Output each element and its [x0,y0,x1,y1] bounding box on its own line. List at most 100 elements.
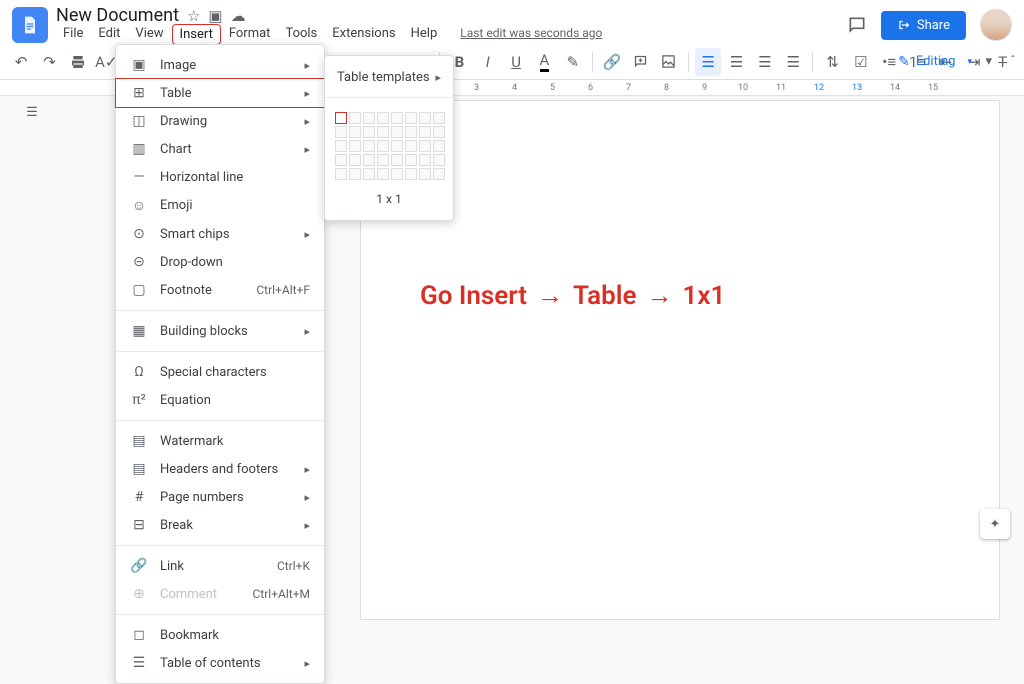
menu-tools[interactable]: Tools [278,24,324,45]
grid-cell[interactable] [349,140,361,152]
grid-cell[interactable] [419,140,431,152]
share-button[interactable]: Share [881,11,966,40]
grid-cell[interactable] [433,140,445,152]
table-grid-picker[interactable] [325,104,453,188]
menu-item-pagenumbers[interactable]: #Page numbers▸ [116,483,324,511]
toolbar-chevron-icon[interactable]: ▾ [985,54,992,69]
grid-cell[interactable] [349,168,361,180]
menu-item-headers[interactable]: ▤Headers and footers▸ [116,455,324,483]
menu-item-table-templates[interactable]: Table templates ▸ [325,64,453,91]
grid-cell[interactable] [433,112,445,124]
grid-cell[interactable] [363,140,375,152]
grid-cell[interactable] [391,140,403,152]
grid-cell[interactable] [391,126,403,138]
grid-cell[interactable] [335,154,347,166]
grid-cell[interactable] [419,126,431,138]
grid-cell[interactable] [405,154,417,166]
menu-item-image[interactable]: ▣Image▸ [116,51,324,79]
menu-help[interactable]: Help [404,24,445,45]
menu-item-break[interactable]: ⊟Break▸ [116,511,324,539]
menu-item-link[interactable]: 🔗LinkCtrl+K [116,552,324,580]
menu-item-drawing[interactable]: ◫Drawing▸ [116,107,324,135]
grid-cell[interactable] [405,140,417,152]
checklist-icon[interactable]: ☑ [848,48,874,76]
editing-mode-button[interactable]: ✎ Editing ▾ [898,54,972,70]
menu-format[interactable]: Format [222,24,278,45]
star-icon[interactable]: ☆ [187,7,200,25]
menu-item-hline[interactable]: —Horizontal line [116,163,324,191]
menu-item-chart[interactable]: ▥Chart▸ [116,135,324,163]
menu-item-equation[interactable]: π²Equation [116,386,324,414]
grid-cell[interactable] [419,112,431,124]
insert-image-icon[interactable] [656,48,682,76]
grid-cell[interactable] [349,112,361,124]
cloud-icon[interactable]: ☁ [231,7,246,25]
grid-cell[interactable] [349,126,361,138]
move-icon[interactable]: ▣ [208,7,222,25]
outline-icon[interactable]: ☰ [20,100,44,124]
grid-cell[interactable] [335,126,347,138]
grid-cell[interactable] [377,154,389,166]
grid-cell[interactable] [391,112,403,124]
menu-item-specialchars[interactable]: ΩSpecial characters [116,358,324,386]
menu-item-watermark[interactable]: ▤Watermark [116,427,324,455]
grid-cell[interactable] [419,168,431,180]
menu-extensions[interactable]: Extensions [325,24,402,45]
grid-cell[interactable] [349,154,361,166]
menu-view[interactable]: View [128,24,170,45]
grid-cell[interactable] [405,112,417,124]
menu-item-table[interactable]: ⊞Table▸ [115,78,325,108]
menu-item-smartchips[interactable]: ⊙Smart chips▸ [116,220,324,248]
grid-cell[interactable] [335,140,347,152]
toolbar-collapse-icon[interactable]: ˆ [1010,54,1016,69]
grid-cell[interactable] [377,168,389,180]
grid-cell[interactable] [391,154,403,166]
highlight-icon[interactable]: ✎ [560,48,586,76]
grid-cell[interactable] [363,168,375,180]
align-left-icon[interactable]: ☰ [695,48,721,76]
grid-cell[interactable] [419,154,431,166]
undo-icon[interactable]: ↶ [8,48,34,76]
docs-logo[interactable] [12,7,48,43]
text-color-icon[interactable]: A [531,48,557,76]
grid-cell[interactable] [391,168,403,180]
redo-icon[interactable]: ↷ [36,48,62,76]
align-center-icon[interactable]: ☰ [723,48,749,76]
grid-cell[interactable] [377,126,389,138]
grid-cell[interactable] [433,154,445,166]
menu-item-toc[interactable]: ☰Table of contents▸ [116,649,324,677]
last-edit-link[interactable]: Last edit was seconds ago [453,24,609,45]
grid-cell[interactable] [405,168,417,180]
grid-cell[interactable] [433,168,445,180]
comment-history-icon[interactable] [847,15,867,35]
menu-item-bookmark[interactable]: ◻Bookmark [116,621,324,649]
grid-cell[interactable] [335,168,347,180]
underline-icon[interactable]: U [503,48,529,76]
line-spacing-icon[interactable]: ⇅ [819,48,845,76]
menu-item-dropdown[interactable]: ⊝Drop-down [116,248,324,276]
grid-cell[interactable] [377,112,389,124]
print-icon[interactable] [65,48,91,76]
avatar[interactable] [980,9,1012,41]
grid-cell[interactable] [433,126,445,138]
grid-cell[interactable] [405,126,417,138]
menu-item-emoji[interactable]: ☺Emoji [116,191,324,220]
grid-cell[interactable] [363,126,375,138]
menu-item-buildingblocks[interactable]: ▦Building blocks▸ [116,317,324,345]
align-justify-icon[interactable]: ☰ [780,48,806,76]
explore-button[interactable]: ✦ [980,509,1010,539]
grid-cell[interactable] [377,140,389,152]
menu-item-footnote[interactable]: ▢FootnoteCtrl+Alt+F [116,276,324,304]
align-right-icon[interactable]: ☰ [752,48,778,76]
menu-insert[interactable]: Insert [172,24,221,45]
menu-file[interactable]: File [56,24,90,45]
italic-icon[interactable]: I [475,48,501,76]
document-title[interactable]: New Document [56,5,179,26]
insert-link-icon[interactable]: 🔗 [599,48,625,76]
grid-cell[interactable] [363,154,375,166]
menu-edit[interactable]: Edit [91,24,127,45]
grid-cell[interactable] [335,112,347,124]
grid-cell[interactable] [363,112,375,124]
insert-comment-icon[interactable] [627,48,653,76]
document-page[interactable] [360,100,1000,620]
